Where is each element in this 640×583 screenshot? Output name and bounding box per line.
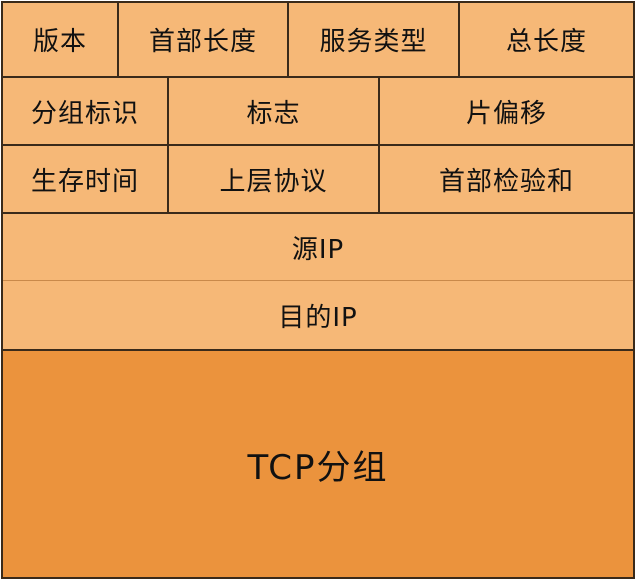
header-row-4: 源IP [3,214,633,280]
field-service-type: 服务类型 [289,3,460,76]
field-source-ip: 源IP [291,234,345,265]
field-fragment-offset: 片偏移 [465,98,547,129]
field-header-length: 首部长度 [119,3,289,76]
field-protocol: 上层协议 [169,146,380,212]
field-ttl: 生存时间 [3,146,169,212]
field-flags: 标志 [169,78,380,144]
ip-packet-diagram: 版本 首部长度 服务类型 总长度 分组标识 标志 片偏移 生存时间 上层协议 首… [1,1,635,579]
field-version: 版本 [3,3,119,76]
header-row-2: 分组标识 标志 片偏移 [3,78,633,144]
header-row-1: 版本 首部长度 服务类型 总长度 [3,3,633,76]
tcp-segment-payload: TCP分组 [3,349,633,577]
field-header-checksum: 首部检验和 [438,166,574,197]
header-row-5: 目的IP [3,281,633,349]
field-total-length: 总长度 [505,27,587,57]
field-identification: 分组标识 [3,78,169,144]
field-destination-ip: 目的IP [278,302,358,333]
header-row-3: 生存时间 上层协议 首部检验和 [3,146,633,212]
